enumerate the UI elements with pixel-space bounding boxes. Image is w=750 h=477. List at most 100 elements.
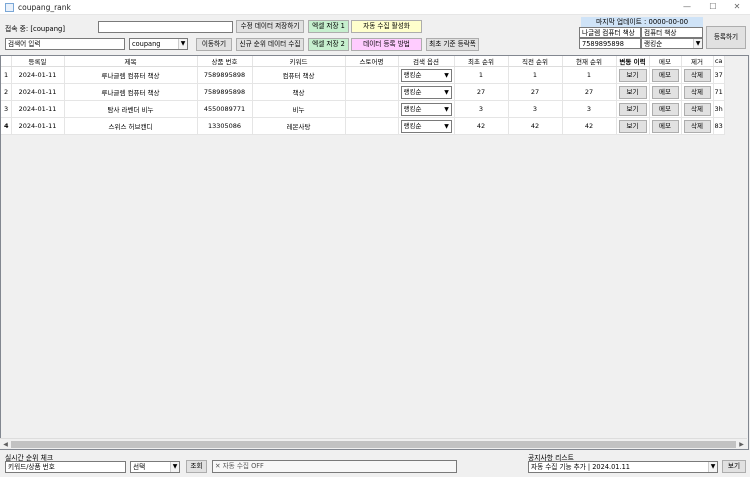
product-name-field[interactable]: 나글렘 컴퓨터 책상 bbox=[579, 27, 641, 38]
cell-product-number[interactable]: 13305086 bbox=[197, 117, 253, 135]
cell-prev-rank[interactable]: 3 bbox=[508, 100, 563, 118]
minimize-button[interactable]: — bbox=[674, 0, 700, 15]
memo-button[interactable]: 메모 bbox=[651, 85, 679, 99]
lookup-button[interactable]: 조회 bbox=[186, 460, 207, 473]
excel-save-1-button[interactable]: 엑셀 저장 1 bbox=[308, 20, 349, 33]
column-header[interactable]: 변동 이력 bbox=[616, 56, 650, 67]
cell-keyword[interactable]: 컴퓨터 책상 bbox=[252, 66, 346, 84]
cell-product-number[interactable]: 7589895898 bbox=[197, 66, 253, 84]
cell-option[interactable]: 랭킹순 ▼ bbox=[398, 66, 455, 84]
delete-button[interactable]: 삭제 bbox=[683, 85, 711, 99]
cell-title[interactable]: 루나글렘 컴퓨터 책상 bbox=[64, 83, 198, 101]
column-header[interactable]: 검색 옵션 bbox=[398, 56, 455, 67]
delete-button[interactable]: 삭제 bbox=[683, 102, 711, 116]
option-select[interactable]: 랭킹순 ▼ bbox=[400, 119, 452, 133]
view-history-button[interactable]: 보기 bbox=[618, 119, 647, 133]
view-history-button[interactable]: 보기 bbox=[618, 85, 647, 99]
sort-first-rank-button[interactable]: 최초 기준 등락폭 bbox=[426, 38, 479, 51]
column-header[interactable]: 상품 번호 bbox=[197, 56, 253, 67]
cell-date[interactable]: 2024-01-11 bbox=[11, 66, 65, 84]
move-button[interactable]: 이동하기 bbox=[196, 38, 232, 51]
cell-keyword[interactable]: 비누 bbox=[252, 100, 346, 118]
cell-title[interactable]: 탐사 라벤더 비누 bbox=[64, 100, 198, 118]
cell-date[interactable]: 2024-01-11 bbox=[11, 117, 65, 135]
memo-button[interactable]: 메모 bbox=[651, 68, 679, 82]
notice-select[interactable]: 자동 수집 기능 추가 | 2024.01.11 ▼ bbox=[528, 461, 718, 473]
cell-option[interactable]: 랭킹순 ▼ bbox=[398, 117, 455, 135]
excel-save-2-button[interactable]: 엑셀 저장 2 bbox=[308, 38, 349, 51]
table-row[interactable]: 1 2024-01-11 루나글렘 컴퓨터 책상 7589895898 컴퓨터 … bbox=[1, 66, 725, 84]
memo-button[interactable]: 메모 bbox=[651, 102, 679, 116]
cell-store[interactable] bbox=[345, 83, 399, 101]
data-register-method-button[interactable]: 데이터 등록 방법 bbox=[351, 38, 422, 51]
memo-button[interactable]: 메모 bbox=[651, 119, 679, 133]
column-header[interactable]: 등록일 bbox=[11, 56, 65, 67]
cell-title[interactable]: 스위스 허브캔디 bbox=[64, 117, 198, 135]
column-header[interactable]: ca bbox=[713, 56, 725, 67]
delete-button[interactable]: 삭제 bbox=[683, 119, 711, 133]
cell-prev-rank[interactable]: 42 bbox=[508, 117, 563, 135]
cell-prev-rank[interactable]: 27 bbox=[508, 83, 563, 101]
view-history-button[interactable]: 보기 bbox=[618, 68, 647, 82]
scroll-left-icon[interactable]: ◀ bbox=[0, 439, 11, 450]
cell-current-rank[interactable]: 42 bbox=[562, 117, 617, 135]
cell-option[interactable]: 랭킹순 ▼ bbox=[398, 100, 455, 118]
maximize-button[interactable]: ☐ bbox=[700, 0, 726, 15]
register-button[interactable]: 등록하기 bbox=[706, 26, 746, 49]
close-button[interactable]: ✕ bbox=[724, 0, 750, 15]
cell-date[interactable]: 2024-01-11 bbox=[11, 83, 65, 101]
platform-select[interactable]: coupang ▼ bbox=[129, 38, 188, 50]
column-header[interactable]: 현재 순위 bbox=[562, 56, 617, 67]
keyword-product-input[interactable]: 키워드/상품 번호 bbox=[5, 461, 126, 473]
cell-first-rank[interactable]: 1 bbox=[454, 66, 509, 84]
scrollbar-thumb[interactable] bbox=[11, 441, 736, 448]
delete-button[interactable]: 삭제 bbox=[683, 68, 711, 82]
column-header[interactable]: 키워드 bbox=[252, 56, 346, 67]
cell-current-rank[interactable]: 27 bbox=[562, 83, 617, 101]
cell-product-number[interactable]: 4550089771 bbox=[197, 100, 253, 118]
cell-title[interactable]: 루나글렘 컴퓨터 책상 bbox=[64, 66, 198, 84]
cell-store[interactable] bbox=[345, 66, 399, 84]
scroll-right-icon[interactable]: ▶ bbox=[736, 439, 747, 450]
cell-store[interactable] bbox=[345, 100, 399, 118]
cell-date[interactable]: 2024-01-11 bbox=[11, 100, 65, 118]
cell-extra[interactable]: 83 bbox=[713, 117, 725, 135]
cell-prev-rank[interactable]: 1 bbox=[508, 66, 563, 84]
horizontal-scrollbar[interactable]: ◀ ▶ bbox=[0, 438, 747, 449]
collect-new-button[interactable]: 신규 순위 데이터 수집 bbox=[236, 38, 304, 51]
cell-extra[interactable]: 37 bbox=[713, 66, 725, 84]
option-select[interactable]: 랭킹순 ▼ bbox=[400, 85, 452, 99]
table-row[interactable]: 2 2024-01-11 루나글렘 컴퓨터 책상 7589895898 책상 랭… bbox=[1, 83, 725, 101]
cell-first-rank[interactable]: 3 bbox=[454, 100, 509, 118]
cell-keyword[interactable]: 레몬사탕 bbox=[252, 117, 346, 135]
top-input[interactable] bbox=[98, 21, 233, 33]
cell-current-rank[interactable]: 3 bbox=[562, 100, 617, 118]
cell-extra[interactable]: 3h bbox=[713, 100, 725, 118]
notice-view-button[interactable]: 보기 bbox=[722, 460, 746, 473]
keyword-field[interactable]: 컴퓨터 책상 bbox=[641, 27, 703, 38]
search-option-select[interactable]: 랭킹순 ▼ bbox=[641, 38, 703, 49]
cell-current-rank[interactable]: 1 bbox=[562, 66, 617, 84]
column-header[interactable]: 스토어명 bbox=[345, 56, 399, 67]
rank-check-select[interactable]: 선택 ▼ bbox=[130, 461, 180, 473]
cell-first-rank[interactable]: 42 bbox=[454, 117, 509, 135]
cell-first-rank[interactable]: 27 bbox=[454, 83, 509, 101]
view-history-button[interactable]: 보기 bbox=[618, 102, 647, 116]
table-row[interactable]: 3 2024-01-11 탐사 라벤더 비누 4550089771 비누 랭킹순… bbox=[1, 100, 725, 118]
table-row[interactable]: 4 2024-01-11 스위스 허브캔디 13305086 레몬사탕 랭킹순 ▼… bbox=[1, 117, 725, 135]
search-input[interactable]: 검색어 입력 bbox=[5, 38, 125, 50]
column-header[interactable]: 제거 bbox=[681, 56, 714, 67]
cell-product-number[interactable]: 7589895898 bbox=[197, 83, 253, 101]
product-number-field[interactable]: 7589895898 bbox=[579, 38, 641, 49]
column-header[interactable]: 직전 순위 bbox=[508, 56, 563, 67]
option-select[interactable]: 랭킹순 ▼ bbox=[400, 102, 452, 116]
column-header[interactable]: 제목 bbox=[64, 56, 198, 67]
cell-option[interactable]: 랭킹순 ▼ bbox=[398, 83, 455, 101]
option-select[interactable]: 랭킹순 ▼ bbox=[400, 68, 452, 82]
save-modified-button[interactable]: 수정 데이터 저장하기 bbox=[236, 20, 304, 33]
cell-extra[interactable]: 71 bbox=[713, 83, 725, 101]
cell-keyword[interactable]: 책상 bbox=[252, 83, 346, 101]
column-header[interactable]: 최초 순위 bbox=[454, 56, 509, 67]
column-header[interactable]: 메모 bbox=[649, 56, 682, 67]
auto-collect-button[interactable]: 자동 수집 활성화 bbox=[351, 20, 422, 33]
